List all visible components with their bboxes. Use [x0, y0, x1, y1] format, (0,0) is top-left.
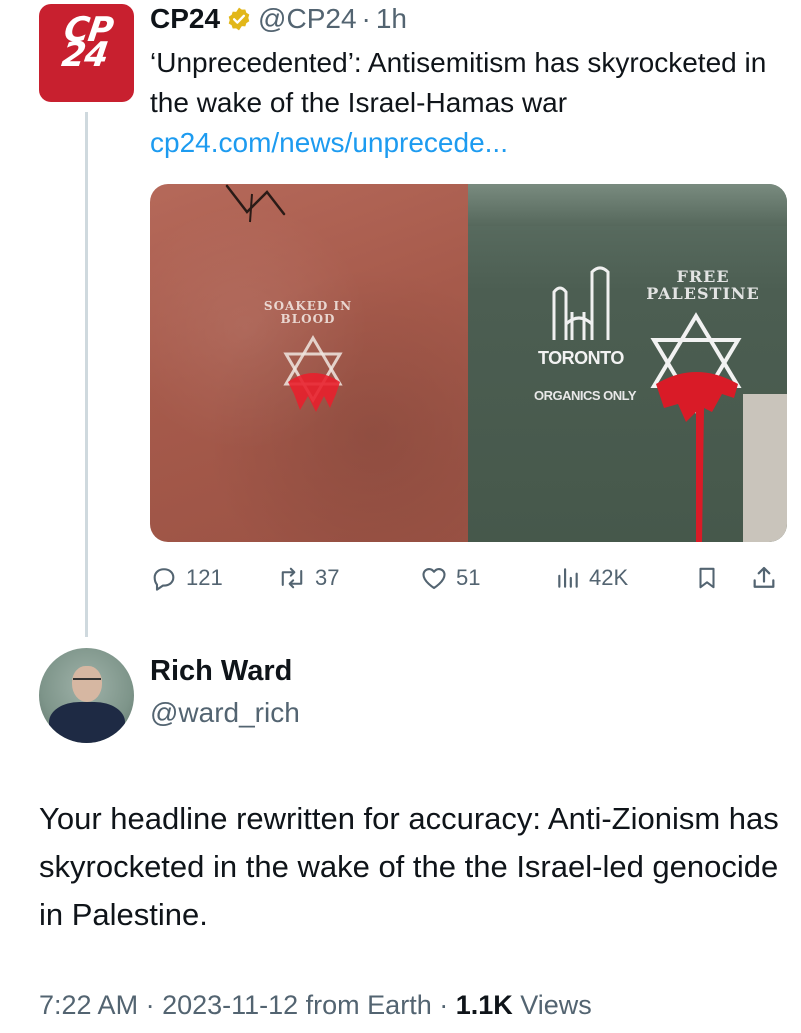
views-total[interactable]: 1.1K [456, 990, 513, 1020]
meta-separator: · [138, 990, 163, 1020]
bin-lid [468, 184, 787, 226]
toronto-city-hall-logo-icon [552, 266, 610, 340]
views-label: Views [512, 990, 592, 1020]
reply-bubble-icon [153, 568, 175, 591]
star-of-david-left-icon [283, 335, 343, 412]
parent-tweet-header: CP24 @CP24 · 1h [150, 0, 790, 38]
repost-button[interactable]: 37 [277, 560, 339, 596]
share-upload-icon [753, 566, 775, 588]
star-of-david-right-icon [650, 312, 742, 542]
avatar-glasses [73, 678, 101, 684]
avatar-hoodie [49, 702, 125, 743]
bookmark-button[interactable] [694, 560, 720, 596]
author-display-name[interactable]: Rich Ward [150, 655, 292, 688]
like-count: 51 [456, 565, 481, 590]
scribble-mark-icon [225, 184, 286, 223]
tweet-date[interactable]: 2023-11-12 [162, 990, 298, 1020]
graffiti-wall-photo[interactable]: SOAKED IN BLOOD [150, 184, 468, 542]
tweet-source: from Earth [298, 990, 432, 1020]
parent-media-grid: SOAKED IN BLOOD TORONTO ORGANICS ONLY FR… [150, 184, 787, 542]
bookmark-icon [699, 567, 715, 589]
parent-tweet-text: ‘Unprecedented’: Antisemitism has skyroc… [150, 43, 790, 163]
views-count: 42K [589, 565, 629, 590]
author-avatar[interactable] [39, 648, 134, 743]
free-palestine-stencil: FREE PALESTINE [646, 267, 760, 303]
cp24-logo-text: CP 24 [59, 10, 116, 75]
organics-bin-photo[interactable]: TORONTO ORGANICS ONLY FREE PALESTINE [468, 184, 787, 542]
like-button[interactable]: 51 [420, 560, 480, 596]
tweet-time[interactable]: 7:22 AM [39, 990, 138, 1020]
parent-handle[interactable]: @CP24 [258, 3, 356, 35]
meta-separator: · [431, 990, 456, 1020]
parent-tweet-body: ‘Unprecedented’: Antisemitism has skyroc… [150, 47, 767, 118]
tweet-meta: 7:22 AM · 2023-11-12 from Earth · 1.1K V… [39, 990, 592, 1021]
avatar-face [72, 666, 102, 702]
repost-count: 37 [315, 565, 340, 590]
analytics-bars-icon [558, 568, 578, 588]
soaked-in-blood-stencil: SOAKED IN BLOOD [263, 299, 353, 326]
parent-article-link[interactable]: cp24.com/news/unprecede... [150, 127, 508, 158]
parent-timestamp[interactable]: 1h [376, 3, 407, 35]
toronto-bin-brand: TORONTO [538, 348, 624, 368]
reply-button[interactable]: 121 [150, 560, 223, 596]
heart-icon [422, 567, 446, 589]
bin-background-wall [743, 394, 787, 542]
cp24-avatar[interactable]: CP 24 [39, 4, 134, 102]
thread-connector-line [85, 112, 88, 637]
main-tweet-text: Your headline rewritten for accuracy: An… [39, 801, 779, 932]
parent-action-bar: 121 37 51 42K [150, 560, 790, 596]
parent-tweet: CP24 @CP24 · 1h ‘Unprecedented’: Antisem… [150, 0, 790, 163]
views-button[interactable]: 42K [555, 560, 628, 596]
parent-display-name[interactable]: CP24 [150, 3, 220, 35]
repost-arrows-icon [281, 567, 303, 589]
parent-separator: · [361, 3, 371, 34]
share-button[interactable] [750, 560, 778, 596]
organics-only-label: ORGANICS ONLY [534, 388, 637, 403]
verified-badge-icon [228, 7, 250, 31]
author-handle[interactable]: @ward_rich [150, 697, 300, 729]
reply-count: 121 [186, 565, 223, 590]
